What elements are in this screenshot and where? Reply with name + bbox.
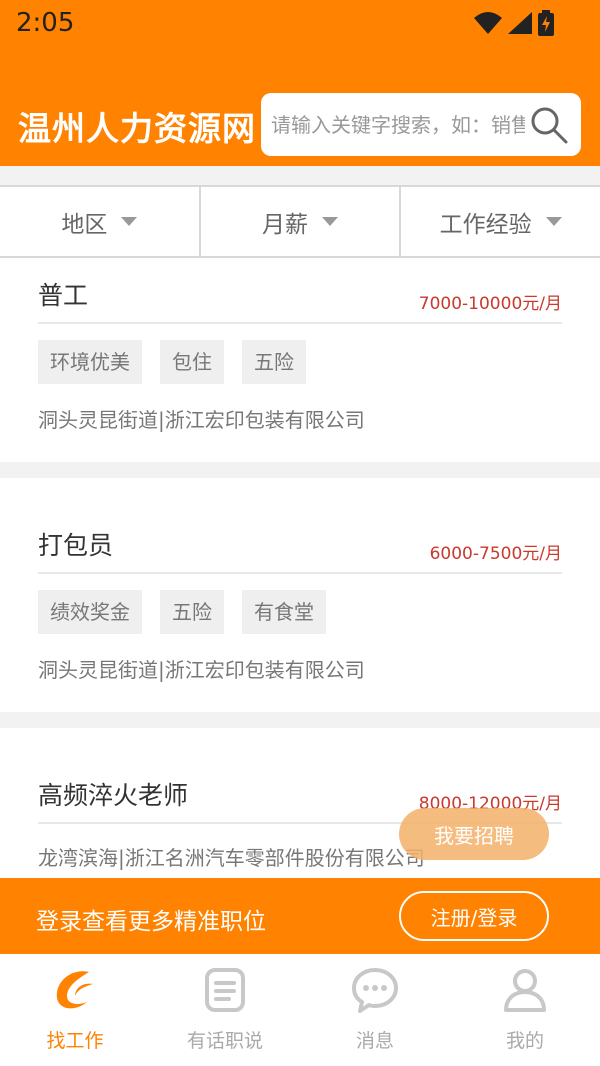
separator — [0, 462, 600, 478]
wifi-icon — [474, 12, 502, 34]
job-company: 洞头灵昆街道|浙江宏印包装有限公司 — [38, 658, 365, 682]
job-tag: 五险 — [242, 340, 306, 384]
status-bar: 2:05 — [0, 0, 600, 48]
job-tag: 绩效奖金 — [38, 590, 142, 634]
gap-strip — [0, 166, 600, 185]
search-input[interactable] — [271, 93, 525, 156]
job-card[interactable]: 打包员 6000-7500元/月 绩效奖金 五险 有食堂 洞头灵昆街道|浙江宏印… — [0, 478, 600, 712]
register-login-button[interactable]: 注册/登录 — [399, 891, 549, 941]
filter-region[interactable]: 地区 — [0, 187, 201, 256]
job-card[interactable]: 普工 7000-10000元/月 环境优美 包住 五险 洞头灵昆街道|浙江宏印包… — [0, 258, 600, 462]
job-company: 洞头灵昆街道|浙江宏印包装有限公司 — [38, 408, 365, 432]
job-head: 打包员 6000-7500元/月 — [38, 478, 562, 572]
login-prompt: 登录查看更多精准职位 — [36, 909, 266, 935]
app-title: 温州人力资源网 — [18, 109, 256, 148]
chat-bubble-icon — [352, 968, 398, 1013]
filter-bar: 地区 月薪 工作经验 — [0, 185, 600, 258]
filter-experience[interactable]: 工作经验 — [401, 187, 600, 256]
job-head: 普工 7000-10000元/月 — [38, 258, 562, 322]
separator — [0, 712, 600, 728]
nav-messages[interactable]: 消息 — [300, 954, 450, 1066]
job-salary: 7000-10000元/月 — [418, 294, 562, 314]
caret-down-icon — [121, 217, 138, 226]
document-icon — [205, 968, 245, 1012]
bottom-nav: 找工作 有话职说 消息 我的 — [0, 954, 600, 1066]
filter-label: 地区 — [61, 211, 108, 238]
search-icon[interactable] — [529, 105, 569, 145]
job-tags: 环境优美 包住 五险 — [38, 324, 562, 384]
caret-down-icon — [322, 217, 338, 226]
search-box[interactable] — [261, 93, 581, 156]
job-tag: 有食堂 — [242, 590, 326, 634]
post-job-button[interactable]: 我要招聘 — [399, 808, 549, 860]
job-logo-icon — [56, 971, 93, 1009]
job-tag: 环境优美 — [38, 340, 142, 384]
job-tag: 包住 — [160, 340, 224, 384]
nav-label: 找工作 — [46, 1030, 104, 1052]
caret-down-icon — [545, 217, 562, 226]
job-title: 高频淬火老师 — [38, 781, 189, 810]
cell-signal-icon — [508, 12, 532, 34]
battery-icon — [538, 10, 554, 36]
filter-label: 工作经验 — [439, 211, 532, 238]
job-list: 普工 7000-10000元/月 环境优美 包住 五险 洞头灵昆街道|浙江宏印包… — [0, 258, 600, 878]
job-tags: 绩效奖金 五险 有食堂 — [38, 574, 562, 634]
header: 2:05 温州人力资源网 — [0, 0, 600, 166]
person-icon — [504, 969, 546, 1012]
status-icons — [474, 10, 554, 36]
login-banner: 登录查看更多精准职位 注册/登录 — [0, 878, 600, 954]
job-title: 打包员 — [38, 531, 114, 560]
nav-talk[interactable]: 有话职说 — [150, 954, 300, 1066]
filter-salary[interactable]: 月薪 — [201, 187, 402, 256]
nav-label: 有话职说 — [186, 1030, 263, 1052]
job-tag: 五险 — [160, 590, 224, 634]
job-salary: 6000-7500元/月 — [429, 544, 562, 564]
nav-label: 消息 — [355, 1030, 394, 1052]
job-title: 普工 — [38, 281, 89, 310]
filter-label: 月薪 — [262, 211, 308, 238]
nav-label: 我的 — [505, 1030, 544, 1052]
nav-find-job[interactable]: 找工作 — [0, 954, 150, 1066]
status-time: 2:05 — [16, 8, 75, 38]
nav-mine[interactable]: 我的 — [450, 954, 600, 1066]
